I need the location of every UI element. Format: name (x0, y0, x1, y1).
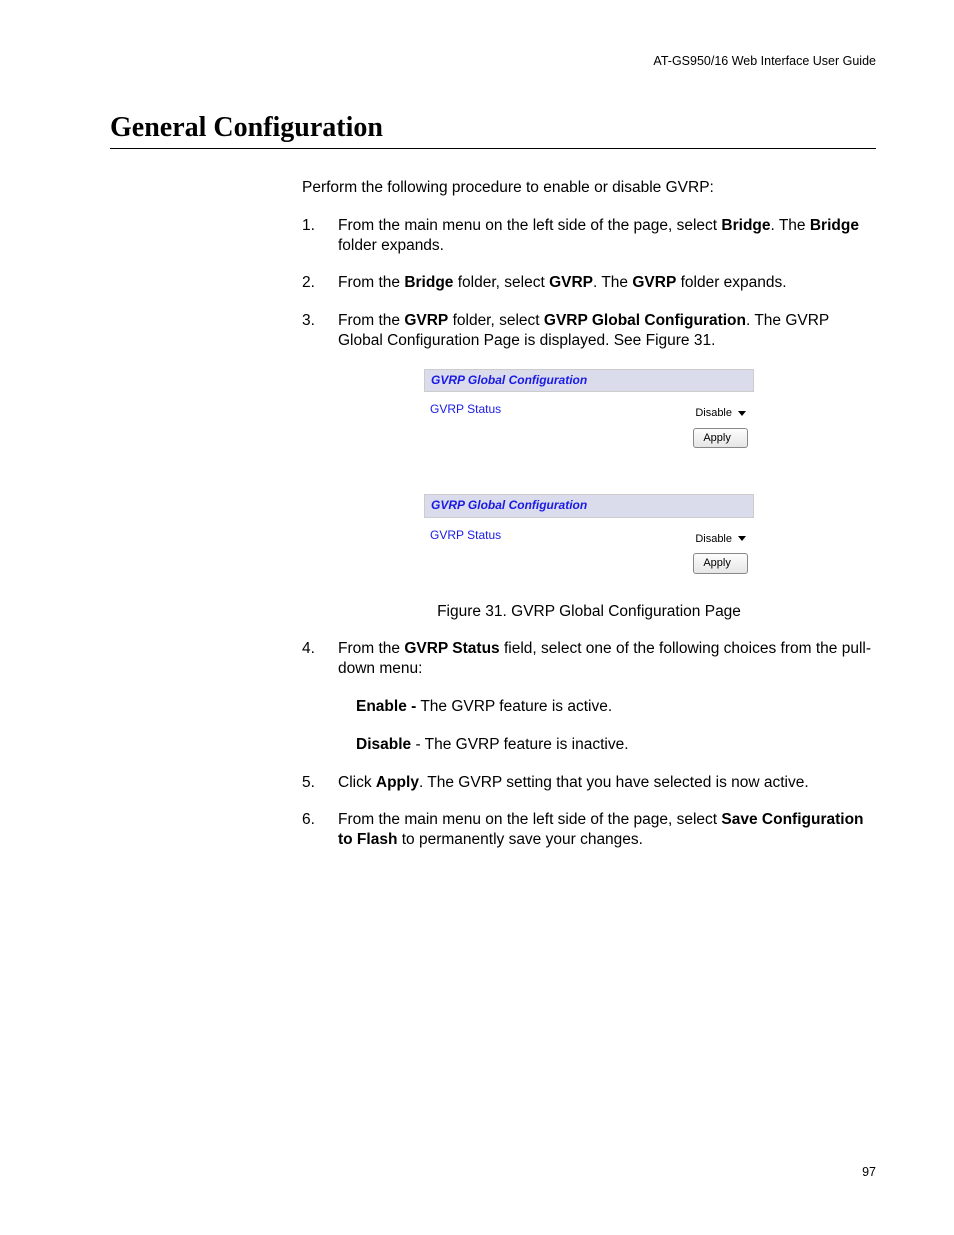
gvrp-panel-1: GVRP Global Configuration GVRP Status Di… (424, 369, 754, 448)
apply-button[interactable]: Apply (693, 553, 748, 573)
step-4: 4. From the GVRP Status field, select on… (302, 639, 876, 679)
gvrp-status-label: GVRP Status (430, 528, 501, 543)
panel-row: GVRP Status Disable Apply (424, 392, 754, 448)
page-content: Perform the following procedure to enabl… (302, 178, 876, 868)
gvrp-status-label: GVRP Status (430, 402, 501, 417)
gvrp-status-select[interactable]: Disable (693, 406, 748, 420)
step-5: 5. Click Apply. The GVRP setting that yo… (302, 773, 876, 793)
step-text: From the Bridge folder, select GVRP. The… (338, 274, 787, 291)
step-number: 5. (302, 773, 315, 793)
step-number: 3. (302, 311, 315, 331)
step-number: 2. (302, 273, 315, 293)
step-number: 4. (302, 639, 315, 659)
figure-31: GVRP Global Configuration GVRP Status Di… (424, 369, 754, 574)
select-value: Disable (695, 406, 732, 420)
step-text: Click Apply. The GVRP setting that you h… (338, 774, 809, 791)
step-3: 3. From the GVRP folder, select GVRP Glo… (302, 311, 876, 351)
procedure-list: 1. From the main menu on the left side o… (302, 216, 876, 351)
panel-row: GVRP Status Disable Apply (424, 518, 754, 574)
step-text: From the main menu on the left side of t… (338, 811, 864, 848)
procedure-list-continued: 4. From the GVRP Status field, select on… (302, 639, 876, 679)
step-text: From the GVRP folder, select GVRP Global… (338, 312, 829, 349)
figure-caption: Figure 31. GVRP Global Configuration Pag… (302, 602, 876, 622)
panel-controls: Disable Apply (693, 402, 748, 448)
step-number: 1. (302, 216, 315, 236)
step-text: From the main menu on the left side of t… (338, 217, 859, 254)
step-text: From the GVRP Status field, select one o… (338, 640, 871, 677)
apply-button[interactable]: Apply (693, 428, 748, 448)
option-enable: Enable - The GVRP feature is active. (356, 697, 876, 717)
step-number: 6. (302, 810, 315, 830)
section-title: General Configuration (110, 112, 876, 149)
gvrp-panel-2: GVRP Global Configuration GVRP Status Di… (424, 494, 754, 573)
chevron-down-icon (738, 536, 746, 541)
step-1: 1. From the main menu on the left side o… (302, 216, 876, 256)
step-2: 2. From the Bridge folder, select GVRP. … (302, 273, 876, 293)
page-number: 97 (862, 1165, 876, 1179)
panel-title: GVRP Global Configuration (424, 494, 754, 517)
panel-controls: Disable Apply (693, 528, 748, 574)
intro-text: Perform the following procedure to enabl… (302, 178, 876, 198)
chevron-down-icon (738, 411, 746, 416)
panel-title: GVRP Global Configuration (424, 369, 754, 392)
header-guide-title: AT-GS950/16 Web Interface User Guide (653, 54, 876, 68)
procedure-list-end: 5. Click Apply. The GVRP setting that yo… (302, 773, 876, 850)
gvrp-status-select[interactable]: Disable (693, 532, 748, 546)
option-disable: Disable - The GVRP feature is inactive. (356, 735, 876, 755)
step-6: 6. From the main menu on the left side o… (302, 810, 876, 850)
select-value: Disable (695, 532, 732, 546)
